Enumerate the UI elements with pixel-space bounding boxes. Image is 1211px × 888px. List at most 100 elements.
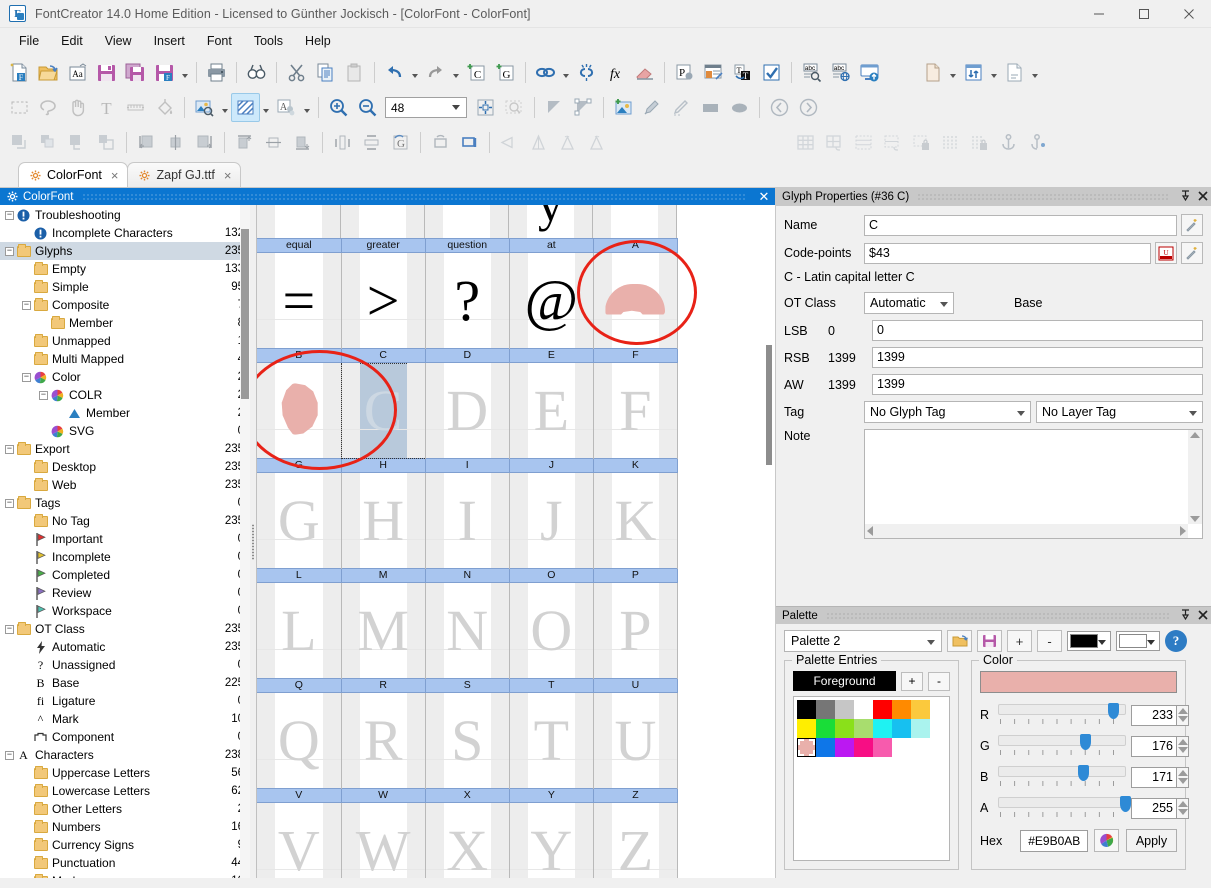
otclass-select[interactable]: Automatic <box>864 292 954 314</box>
channel-slider[interactable] <box>998 733 1126 759</box>
tree-item-no-tag[interactable]: No Tag 235 <box>0 512 250 530</box>
tree-expander[interactable]: − <box>5 750 14 760</box>
tree-item-desktop[interactable]: Desktop 235 <box>0 458 250 476</box>
glyph-cell[interactable]: > <box>341 252 426 349</box>
glyph-header-cell[interactable]: D <box>425 348 510 363</box>
tree-item-completed[interactable]: Completed0 <box>0 566 250 584</box>
triangle-fill-icon[interactable] <box>540 93 569 122</box>
glyph-cell[interactable] <box>257 362 342 459</box>
glyph-header-cell[interactable]: Y <box>509 788 594 803</box>
palette-swatch[interactable] <box>797 719 816 738</box>
channel-value[interactable]: 171 <box>1131 766 1189 788</box>
hand-icon[interactable] <box>63 93 92 122</box>
tree-item-currency-signs[interactable]: Currency Signs9 <box>0 836 250 854</box>
codepoints-input[interactable]: $43 <box>864 242 1151 264</box>
rotate-right-icon[interactable] <box>582 128 611 157</box>
glyph-cell[interactable] <box>341 205 425 238</box>
tree-item-unassigned[interactable]: ?Unassigned0 <box>0 656 250 674</box>
tree-item-color[interactable]: −Color2 <box>0 368 250 386</box>
channel-slider[interactable] <box>998 795 1131 821</box>
new-font-icon[interactable]: F <box>5 58 34 87</box>
link-icon[interactable] <box>531 58 560 87</box>
unicode-icon[interactable]: U <box>1155 242 1177 264</box>
layers-icon[interactable] <box>231 93 260 122</box>
add-image-icon[interactable] <box>609 93 638 122</box>
menu-font[interactable]: Font <box>196 31 243 51</box>
tree-item-numbers[interactable]: Numbers 16 <box>0 818 250 836</box>
glyph-header-cell[interactable]: S <box>425 678 510 693</box>
columns-icon[interactable] <box>936 128 965 157</box>
glyph-cell[interactable]: S <box>425 692 510 789</box>
image-zoom-dropdown[interactable] <box>219 93 231 122</box>
tree-item-svg[interactable]: SVG0 <box>0 422 250 440</box>
send-to-back-icon[interactable] <box>92 128 121 157</box>
glyph-header-cell[interactable]: R <box>341 678 426 693</box>
aw-input[interactable]: 1399 <box>872 374 1203 395</box>
channel-stepper[interactable] <box>1176 735 1189 757</box>
slider-knob[interactable] <box>1077 765 1089 781</box>
layers-dropdown[interactable] <box>260 93 272 122</box>
rsb-input[interactable]: 1399 <box>872 347 1203 368</box>
scroll-left-icon[interactable] <box>867 526 873 536</box>
tree-item-review[interactable]: Review0 <box>0 584 250 602</box>
new-blank-icon[interactable] <box>918 58 947 87</box>
tree-item-tags[interactable]: −Tags0 <box>0 494 250 512</box>
tree-expander[interactable]: − <box>22 300 31 310</box>
tree-item-marks[interactable]: Marks10 <box>0 872 250 878</box>
mirror-icon[interactable] <box>524 128 553 157</box>
scroll-up-icon[interactable] <box>1190 432 1200 438</box>
glyph-cell[interactable]: H <box>341 472 426 569</box>
glyph-cell[interactable]: y <box>509 205 593 238</box>
note-textarea[interactable] <box>864 429 1203 539</box>
align-right-icon[interactable] <box>190 128 219 157</box>
color-wheel-icon[interactable] <box>1094 829 1119 852</box>
pin-icon[interactable] <box>1177 608 1194 623</box>
install-font-icon[interactable] <box>855 58 884 87</box>
guides-icon[interactable] <box>849 128 878 157</box>
glyph-cell[interactable] <box>593 205 677 238</box>
transform-fx-icon[interactable]: fx <box>601 58 630 87</box>
tree-item-composite[interactable]: −Composite7 <box>0 296 250 314</box>
glyph-cell[interactable]: Z <box>593 802 679 878</box>
grid-scrollbar[interactable] <box>762 205 775 878</box>
save-as-dropdown[interactable] <box>179 58 191 87</box>
glyph-cell[interactable] <box>257 205 341 238</box>
remove-entry-button[interactable]: - <box>928 671 950 691</box>
glyph-header-cell[interactable]: N <box>425 568 510 583</box>
unlink-icon[interactable] <box>572 58 601 87</box>
glyph-header-cell[interactable]: at <box>509 238 594 253</box>
validate-icon[interactable] <box>757 58 786 87</box>
guides-snap-icon[interactable] <box>878 128 907 157</box>
glyph-cell[interactable]: Y <box>509 802 594 878</box>
minimize-button[interactable] <box>1076 0 1121 28</box>
tree-item-important[interactable]: Important0 <box>0 530 250 548</box>
channel-slider[interactable] <box>998 702 1126 728</box>
glyph-header-cell[interactable]: W <box>341 788 426 803</box>
menu-edit[interactable]: Edit <box>50 31 94 51</box>
palette-swatch[interactable] <box>892 700 911 719</box>
save-as-icon[interactable]: F <box>150 58 179 87</box>
glyph-cell[interactable]: M <box>341 582 426 679</box>
grid-icon[interactable] <box>791 128 820 157</box>
tree-item-multi-mapped[interactable]: Multi Mapped4 <box>0 350 250 368</box>
image-zoom-icon[interactable] <box>190 93 219 122</box>
add-glyph-g-icon[interactable]: G <box>491 58 520 87</box>
glyph-header-cell[interactable]: equal <box>257 238 342 253</box>
palette-swatch[interactable] <box>835 700 854 719</box>
tree-item-colr[interactable]: −COLR2 <box>0 386 250 404</box>
save-palette-button[interactable] <box>977 630 1002 652</box>
open-font-icon[interactable] <box>34 58 63 87</box>
fill-bucket-icon[interactable] <box>150 93 179 122</box>
brush-icon[interactable] <box>638 93 667 122</box>
glyph-header-cell[interactable]: L <box>257 568 342 583</box>
glyph-cell[interactable]: P <box>593 582 679 679</box>
link-dropdown[interactable] <box>560 58 572 87</box>
slider-knob[interactable] <box>1120 796 1131 812</box>
zoom-area-icon[interactable] <box>500 93 529 122</box>
glyph-cell[interactable]: W <box>341 802 426 878</box>
remove-palette-button[interactable]: - <box>1037 630 1062 652</box>
distribute-vertical-icon[interactable] <box>357 128 386 157</box>
pen-icon[interactable] <box>667 93 696 122</box>
codepoints-wand-icon[interactable] <box>1181 242 1203 264</box>
menu-help[interactable]: Help <box>294 31 342 51</box>
